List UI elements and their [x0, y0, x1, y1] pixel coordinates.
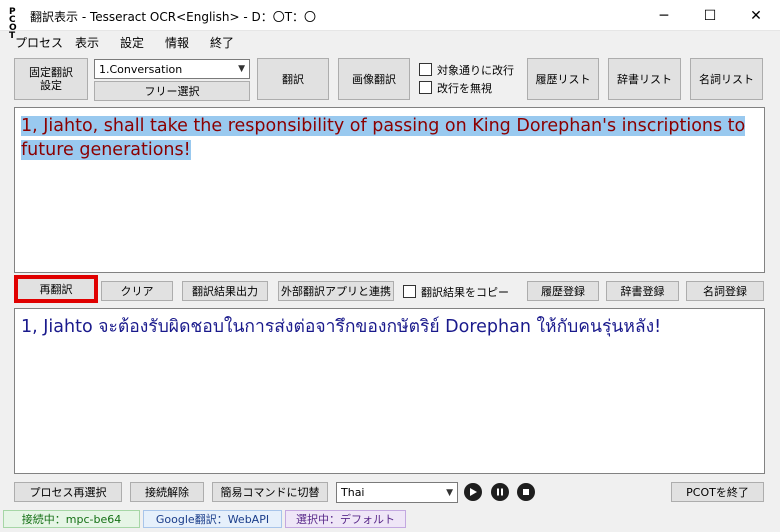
switch-simple-command-button[interactable]: 簡易コマンドに切替 — [212, 482, 328, 502]
newline-as-is-checkbox[interactable] — [419, 63, 432, 76]
history-register-button[interactable]: 履歴登録 — [527, 281, 599, 301]
noun-register-button[interactable]: 名詞登録 — [686, 281, 764, 301]
reselect-process-button[interactable]: プロセス再選択 — [14, 482, 122, 502]
source-text: 1, Jiahto, shall take the responsibility… — [21, 116, 746, 160]
chevron-down-icon: ▼ — [446, 487, 453, 498]
fixed-translation-settings-button[interactable]: 固定翻訳 設定 — [14, 58, 88, 100]
pause-icon — [497, 488, 503, 496]
play-button[interactable] — [464, 483, 482, 501]
language-select-value: Thai — [341, 486, 365, 499]
menu-process[interactable]: プロセス — [15, 34, 63, 51]
stop-button[interactable] — [517, 483, 535, 501]
menu-view[interactable]: 表示 — [75, 34, 99, 51]
language-select[interactable]: Thai ▼ — [336, 482, 458, 503]
output-result-button[interactable]: 翻訳結果出力 — [182, 281, 268, 301]
maximize-button[interactable]: ☐ — [687, 0, 733, 31]
translated-text: 1, Jiahto จะต้องรับผิดชอบในการส่งต่อจารึ… — [21, 317, 662, 337]
retranslate-button[interactable]: 再翻訳 — [14, 275, 98, 303]
history-list-button[interactable]: 履歴リスト — [527, 58, 599, 100]
disconnect-button[interactable]: 接続解除 — [130, 482, 204, 502]
translate-button[interactable]: 翻訳 — [257, 58, 329, 100]
menu-settings[interactable]: 設定 — [120, 34, 144, 51]
image-translate-button[interactable]: 画像翻訳 — [338, 58, 410, 100]
menu-exit[interactable]: 終了 — [210, 34, 234, 51]
app-icon: P CO T — [9, 7, 17, 41]
copy-result-label: 翻訳結果をコピー — [421, 286, 509, 299]
clear-button[interactable]: クリア — [101, 281, 173, 301]
connection-status: 接続中：mpc-be64 — [3, 510, 140, 528]
source-text-panel[interactable]: 1, Jiahto, shall take the responsibility… — [14, 107, 765, 273]
engine-status: Google翻訳：WebAPI — [143, 510, 282, 528]
mode-select[interactable]: 1.Conversation ▼ — [94, 59, 250, 79]
dictionary-register-button[interactable]: 辞書登録 — [606, 281, 679, 301]
pause-button[interactable] — [491, 483, 509, 501]
window-title: 翻訳表示 - Tesseract OCR<English> - D：〇T：〇 — [30, 10, 317, 24]
exit-pcot-button[interactable]: PCOTを終了 — [671, 482, 764, 502]
ignore-newline-checkbox[interactable] — [419, 81, 432, 94]
noun-list-button[interactable]: 名詞リスト — [690, 58, 763, 100]
ignore-newline-label: 改行を無視 — [437, 82, 492, 95]
external-app-button[interactable]: 外部翻訳アプリと連携 — [278, 281, 394, 301]
translation-text-panel[interactable]: 1, Jiahto จะต้องรับผิดชอบในการส่งต่อจารึ… — [14, 308, 765, 474]
copy-result-checkbox[interactable] — [403, 285, 416, 298]
mode-select-value: 1.Conversation — [99, 62, 183, 76]
newline-as-is-label: 対象通りに改行 — [437, 64, 514, 77]
menu-info[interactable]: 情報 — [165, 34, 189, 51]
free-select-button[interactable]: フリー選択 — [94, 81, 250, 101]
minimize-button[interactable]: ─ — [641, 0, 687, 31]
close-button[interactable]: ✕ — [733, 0, 779, 31]
play-icon — [470, 488, 477, 496]
chevron-down-icon: ▼ — [238, 64, 245, 74]
dictionary-list-button[interactable]: 辞書リスト — [608, 58, 681, 100]
stop-icon — [523, 489, 529, 495]
selection-status: 選択中：デフォルト — [285, 510, 406, 528]
